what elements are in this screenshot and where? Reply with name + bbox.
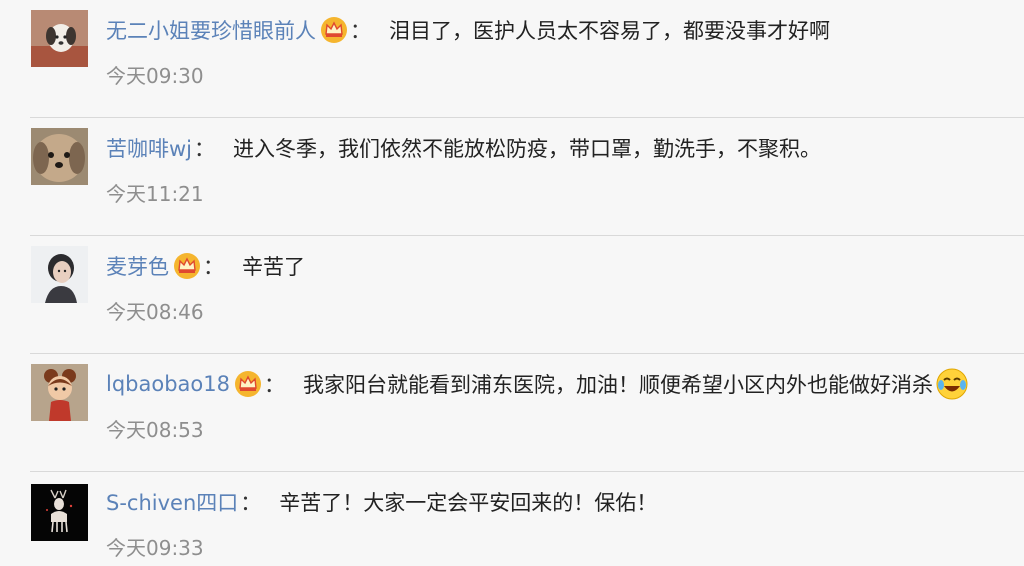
comment-line: S-chiven四口 ： 辛苦了！大家一定会平安回来的！保佑！: [106, 486, 657, 518]
comment-line: 无二小姐要珍惜眼前人 ： 泪目了，医护人员太不容易了，都要没事才好啊: [106, 14, 830, 46]
comment-item: S-chiven四口 ： 辛苦了！大家一定会平安回来的！保佑！ 今天09:33: [0, 472, 1024, 566]
girl-avatar[interactable]: [31, 246, 88, 303]
separator-colon: ：: [194, 137, 216, 161]
comment-text: 泪目了，医护人员太不容易了，都要没事才好啊: [389, 19, 830, 43]
deer-avatar[interactable]: [31, 484, 88, 541]
comment-time: 今天09:33: [106, 536, 204, 560]
separator-colon: ：: [263, 373, 285, 397]
comment-time: 今天08:46: [106, 300, 204, 324]
comment-item: 苦咖啡wj ： 进入冬季，我们依然不能放松防疫，带口罩，勤洗手，不聚积。 今天1…: [0, 118, 1024, 236]
laughing-tears-emoji: [935, 367, 969, 401]
comment-time: 今天11:21: [106, 182, 204, 206]
separator-colon: ：: [350, 19, 371, 43]
crown-icon: [173, 252, 201, 280]
username-link[interactable]: 无二小姐要珍惜眼前人: [106, 15, 316, 45]
comment-time: 今天08:53: [106, 418, 204, 442]
comment-line: 苦咖啡wj ： 进入冬季，我们依然不能放松防疫，带口罩，勤洗手，不聚积。: [106, 132, 821, 164]
puppy-avatar[interactable]: [31, 128, 88, 185]
username-link[interactable]: 苦咖啡wj: [106, 133, 192, 163]
dog-avatar[interactable]: [31, 10, 88, 67]
cartoon-girl-avatar[interactable]: [31, 364, 88, 421]
crown-icon: [320, 16, 348, 44]
separator-colon: ：: [203, 255, 224, 279]
comment-item: 麦芽色 ： 辛苦了 今天08:46: [0, 236, 1024, 354]
username-link[interactable]: lqbaobao18: [106, 372, 230, 396]
comment-text: 辛苦了！大家一定会平安回来的！保佑！: [279, 491, 658, 515]
comment-text: 辛苦了: [242, 255, 305, 279]
comment-text: 进入冬季，我们依然不能放松防疫，带口罩，勤洗手，不聚积。: [233, 137, 822, 161]
crown-icon: [234, 370, 262, 398]
comment-text: 我家阳台就能看到浦东医院，加油！顺便希望小区内外也能做好消杀: [302, 373, 933, 397]
comment-time: 今天09:30: [106, 64, 204, 88]
username-link[interactable]: S-chiven四口: [106, 487, 238, 517]
comment-item: lqbaobao18 ： 我家阳台就能看到浦东医院，加油！顺便希望小区内外也能做…: [0, 354, 1024, 472]
comment-line: lqbaobao18 ： 我家阳台就能看到浦东医院，加油！顺便希望小区内外也能做…: [106, 368, 969, 400]
comment-item: 无二小姐要珍惜眼前人 ： 泪目了，医护人员太不容易了，都要没事才好啊 今天09:…: [0, 0, 1024, 118]
comment-line: 麦芽色 ： 辛苦了: [106, 250, 305, 282]
username-link[interactable]: 麦芽色: [106, 251, 169, 281]
separator-colon: ：: [240, 491, 262, 515]
comment-list: 无二小姐要珍惜眼前人 ： 泪目了，医护人员太不容易了，都要没事才好啊 今天09:…: [0, 0, 1024, 566]
